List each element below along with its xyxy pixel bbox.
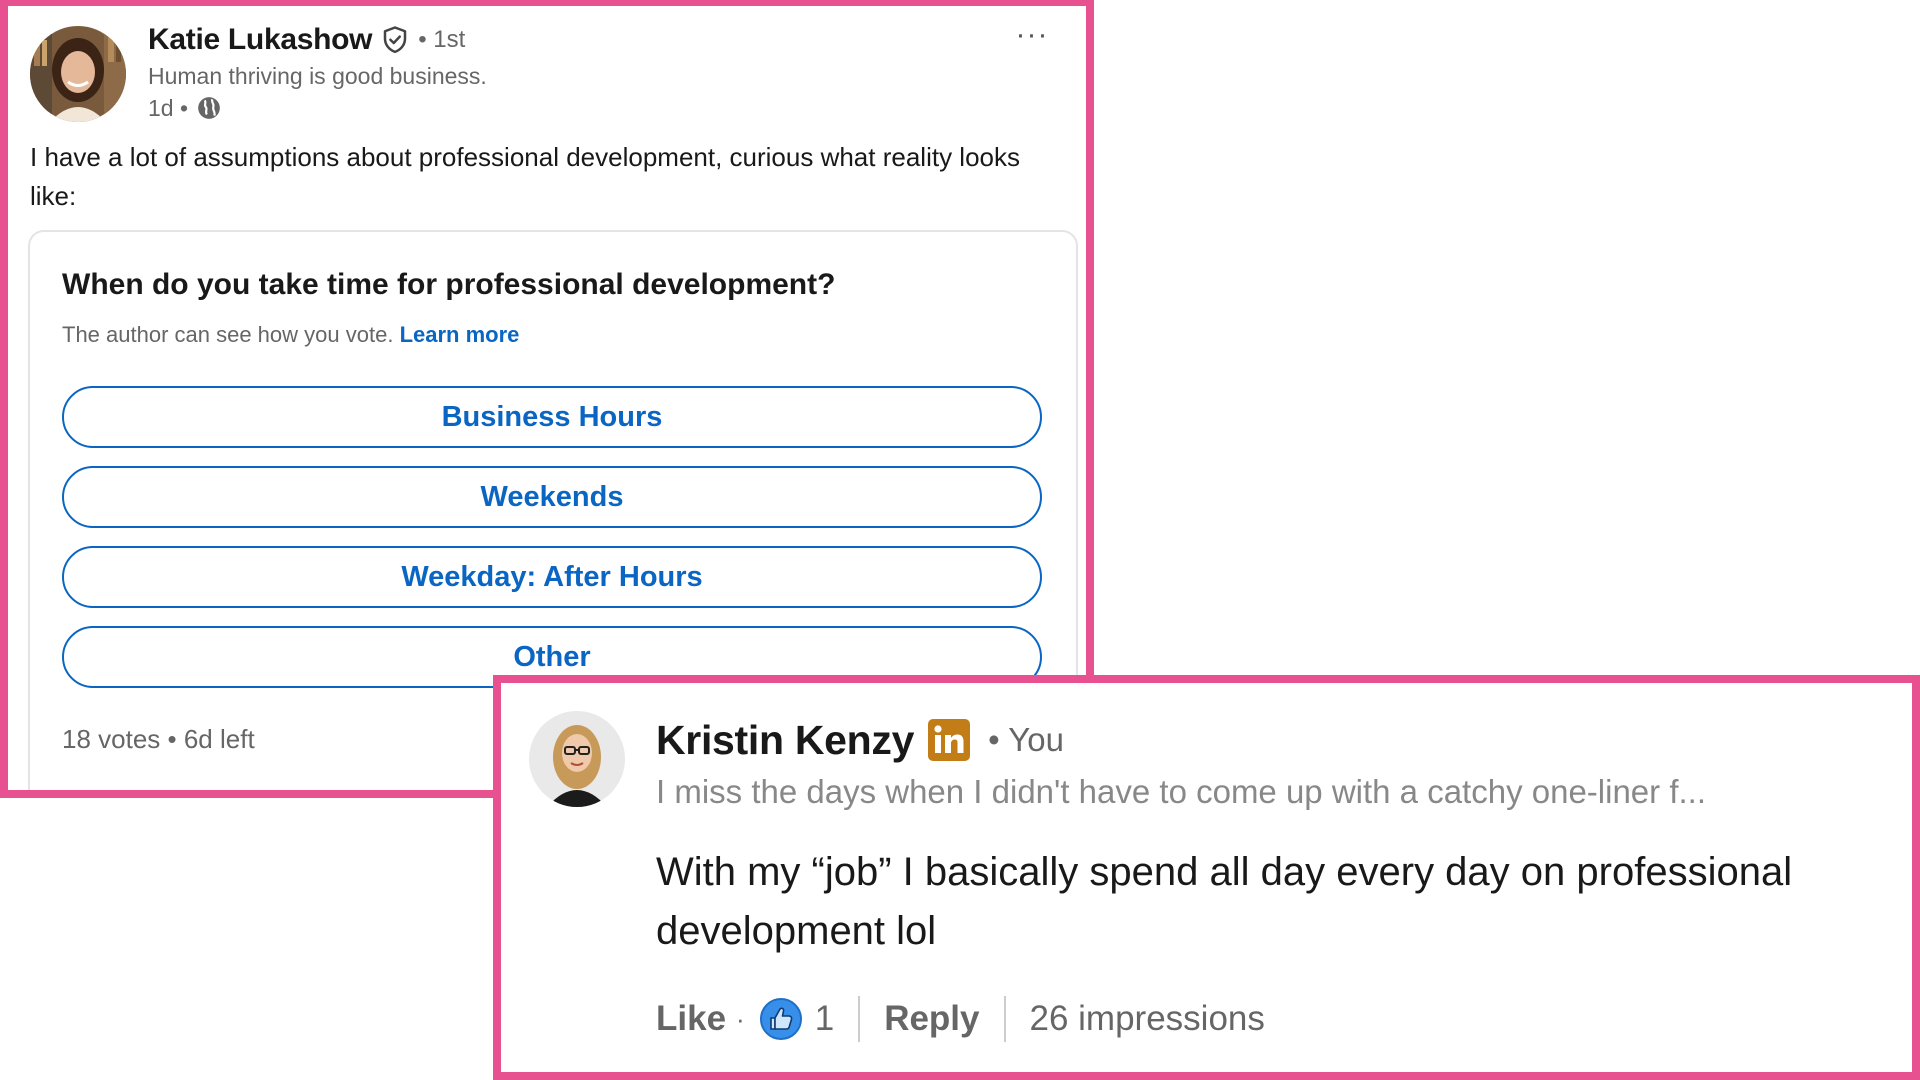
author-name[interactable]: Katie Lukashow bbox=[148, 23, 372, 57]
connection-degree: • 1st bbox=[418, 26, 466, 53]
reply-button[interactable]: Reply bbox=[884, 999, 979, 1039]
impressions-count: 26 impressions bbox=[1029, 999, 1265, 1038]
author-block: Katie Lukashow • 1st Human thriving is g… bbox=[148, 20, 1008, 124]
commenter-relation: • You bbox=[988, 721, 1064, 758]
poll-option-weekday-after-hours[interactable]: Weekday: After Hours bbox=[62, 546, 1042, 608]
commenter-line: Kristin Kenzy • You bbox=[656, 715, 1064, 765]
commenter-avatar[interactable] bbox=[529, 711, 625, 807]
action-divider bbox=[1003, 996, 1006, 1042]
poll-note: The author can see how you vote. Learn m… bbox=[62, 322, 519, 348]
learn-more-link[interactable]: Learn more bbox=[400, 322, 520, 347]
poll-note-text: The author can see how you vote. bbox=[62, 322, 394, 347]
linkedin-premium-icon bbox=[928, 719, 971, 761]
action-divider bbox=[858, 996, 861, 1042]
more-options-button[interactable]: ··· bbox=[1010, 18, 1054, 51]
verified-shield-icon bbox=[380, 25, 410, 55]
author-headline: Human thriving is good business. bbox=[148, 63, 487, 89]
globe-icon bbox=[196, 95, 222, 121]
post-header: Katie Lukashow • 1st Human thriving is g… bbox=[30, 18, 1068, 122]
author-avatar[interactable] bbox=[30, 26, 126, 122]
poll-option-business-hours[interactable]: Business Hours bbox=[62, 386, 1042, 448]
screenshot-stage: Katie Lukashow • 1st Human thriving is g… bbox=[0, 0, 1920, 1080]
poll-question: When do you take time for professional d… bbox=[62, 268, 836, 301]
reaction-count: 1 bbox=[814, 999, 835, 1038]
poll-option-weekends[interactable]: Weekends bbox=[62, 466, 1042, 528]
post-time: 1d • bbox=[148, 94, 189, 121]
poll-footer: 18 votes • 6d left bbox=[62, 724, 255, 754]
comment-actions: Like · 1 Reply 26 impressions bbox=[656, 993, 1265, 1045]
post-body-text: I have a lot of assumptions about profes… bbox=[30, 142, 1020, 211]
commenter-name[interactable]: Kristin Kenzy bbox=[656, 717, 914, 764]
like-button[interactable]: Like bbox=[656, 999, 726, 1039]
separator-dot: · bbox=[736, 1003, 745, 1034]
comment-card: Kristin Kenzy • You I miss the days when… bbox=[493, 675, 1920, 1080]
like-reaction-icon[interactable] bbox=[759, 997, 803, 1041]
commenter-headline: I miss the days when I didn't have to co… bbox=[656, 773, 1706, 810]
comment-body-text: With my “job” I basically spend all day … bbox=[656, 850, 1793, 953]
